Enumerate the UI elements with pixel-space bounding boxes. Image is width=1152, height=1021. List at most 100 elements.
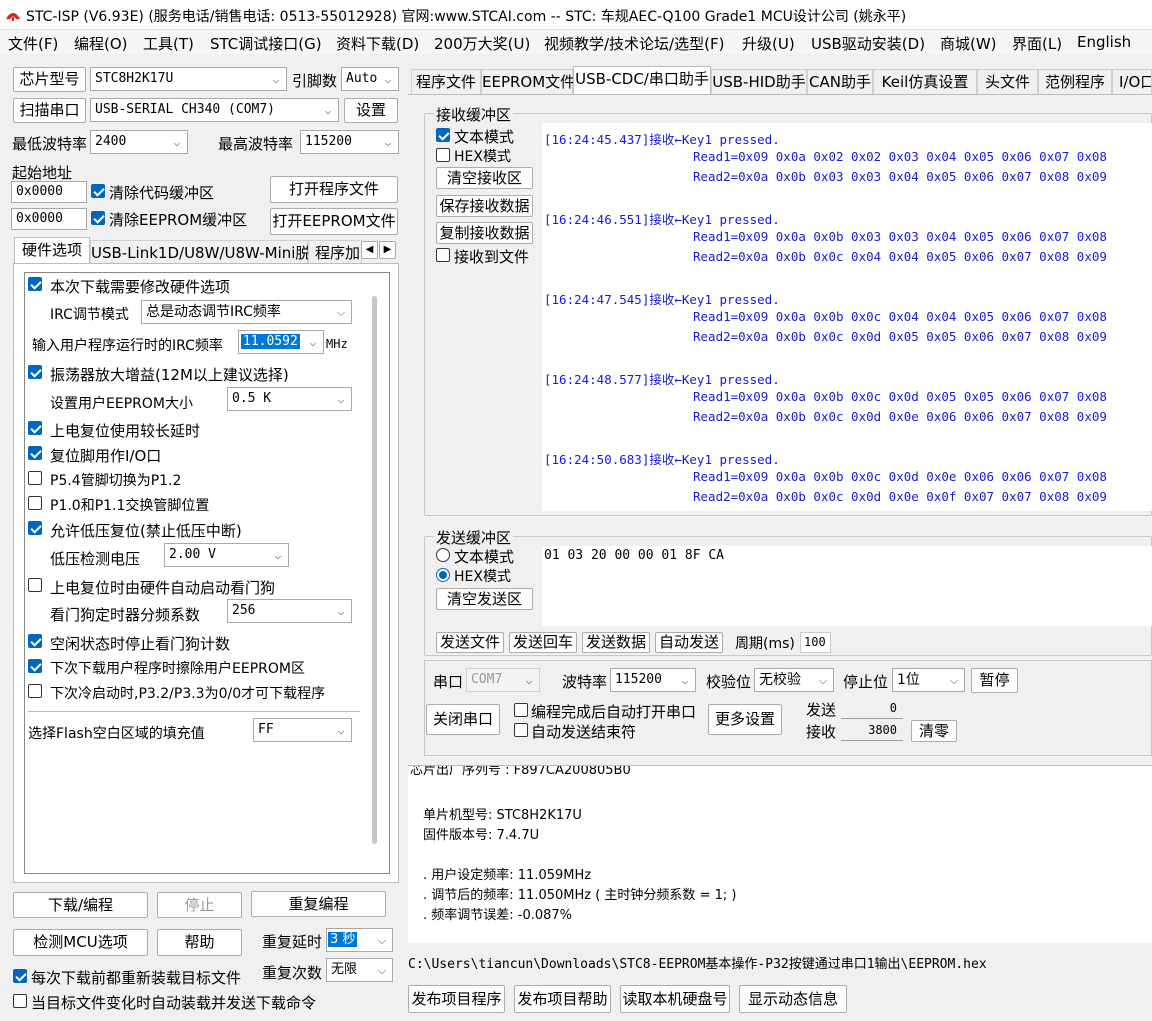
send-data-button[interactable]: 发送数据 bbox=[582, 632, 650, 653]
lvr-checkbox[interactable] bbox=[28, 521, 42, 535]
tab-eeprom-file[interactable]: EEPROM文件 bbox=[481, 69, 575, 94]
menu-video[interactable]: 视频教学/技术论坛/选型(F) bbox=[544, 33, 724, 54]
wdt-auto-checkbox[interactable] bbox=[28, 578, 42, 592]
stop-button[interactable]: 停止 bbox=[157, 892, 242, 918]
open-program-file-button[interactable]: 打开程序文件 bbox=[270, 176, 398, 203]
auto-send-button[interactable]: 自动发送 bbox=[655, 632, 723, 653]
irc-freq-input[interactable]: 11.0592 ⌵ bbox=[238, 330, 324, 354]
port-select[interactable]: USB-SERIAL CH340 (COM7) ⌵ bbox=[90, 98, 339, 122]
tab-keil-sim[interactable]: Keil仿真设置 bbox=[873, 69, 977, 94]
code-address-input[interactable]: 0x0000 bbox=[11, 181, 87, 203]
send-return-button[interactable]: 发送回车 bbox=[509, 632, 577, 653]
p10-swap-checkbox[interactable] bbox=[28, 496, 42, 510]
menu-english[interactable]: English bbox=[1077, 33, 1131, 51]
scan-port-button[interactable]: 扫描串口 bbox=[13, 98, 86, 123]
clear-receive-button[interactable]: 清空接收区 bbox=[436, 167, 533, 189]
clear-code-checkbox[interactable] bbox=[91, 184, 105, 198]
tab-examples[interactable]: 范例程序 bbox=[1038, 69, 1112, 94]
send-text-area[interactable]: 01 03 20 00 00 01 8F CA bbox=[542, 546, 1152, 626]
read-disk-id-button[interactable]: 读取本机硬盘号 bbox=[620, 985, 730, 1013]
chip-model-select[interactable]: STC8H2K17U ⌵ bbox=[90, 67, 287, 91]
menu-file[interactable]: 文件(F) bbox=[8, 33, 58, 54]
erase-eeprom-checkbox[interactable] bbox=[28, 659, 42, 673]
port-settings-button[interactable]: 设置 bbox=[344, 98, 398, 123]
menu-prize[interactable]: 200万大奖(U) bbox=[434, 33, 530, 54]
p54-checkbox[interactable] bbox=[28, 471, 42, 485]
auto-open-port-label: 编程完成后自动打开串口 bbox=[531, 703, 697, 721]
clear-eeprom-checkbox[interactable] bbox=[91, 211, 105, 225]
tab-usb-cdc-serial[interactable]: USB-CDC/串口助手 bbox=[573, 66, 711, 95]
auto-terminator-checkbox[interactable] bbox=[514, 723, 528, 737]
pause-button[interactable]: 暂停 bbox=[971, 668, 1018, 693]
recv-to-file-checkbox[interactable] bbox=[436, 248, 450, 262]
recv-text-mode-checkbox[interactable] bbox=[436, 128, 450, 142]
fill-value-select[interactable]: FF ⌵ bbox=[253, 718, 352, 742]
show-dynamic-info-button[interactable]: 显示动态信息 bbox=[739, 985, 847, 1013]
stop-bits-select[interactable]: 1位 ⌵ bbox=[892, 668, 965, 692]
save-receive-button[interactable]: 保存接收数据 bbox=[436, 195, 533, 217]
publish-program-button[interactable]: 发布项目程序 bbox=[408, 985, 505, 1013]
pins-select[interactable]: Auto ⌵ bbox=[341, 67, 399, 91]
copy-receive-button[interactable]: 复制接收数据 bbox=[436, 222, 533, 244]
tab-hardware-options[interactable]: 硬件选项 bbox=[14, 237, 90, 264]
baud-rate-select[interactable]: 115200 ⌵ bbox=[610, 668, 696, 692]
menu-usb-driver[interactable]: USB驱动安装(D) bbox=[811, 33, 925, 54]
download-program-button[interactable]: 下载/编程 bbox=[13, 892, 148, 918]
wdt-div-label: 看门狗定时器分频系数 bbox=[50, 606, 201, 624]
clear-send-button[interactable]: 清空发送区 bbox=[436, 588, 533, 610]
menu-upgrade[interactable]: 升级(U) bbox=[742, 33, 795, 54]
tab-io[interactable]: I/O口 bbox=[1112, 69, 1152, 94]
menu-program[interactable]: 编程(O) bbox=[74, 33, 128, 54]
repeat-delay-select[interactable]: 3 秒 ⌵ bbox=[326, 928, 393, 952]
hardware-options-scrollbar[interactable] bbox=[372, 296, 377, 844]
recv-hex-mode-checkbox[interactable] bbox=[436, 148, 450, 162]
tab-usb-link[interactable]: USB-Link1D/U8W/U8W-Mini脱机 bbox=[90, 240, 325, 265]
auto-open-port-checkbox[interactable] bbox=[514, 703, 528, 717]
wdt-div-select[interactable]: 256 ⌵ bbox=[227, 599, 352, 623]
send-text-mode-radio[interactable] bbox=[436, 548, 450, 562]
repeat-program-button[interactable]: 重复编程 bbox=[251, 891, 386, 917]
irc-mode-select[interactable]: 总是动态调节IRC频率 ⌵ bbox=[141, 300, 352, 324]
send-file-button[interactable]: 发送文件 bbox=[436, 632, 504, 653]
reload-target-checkbox[interactable] bbox=[13, 969, 27, 983]
help-button[interactable]: 帮助 bbox=[157, 929, 242, 956]
receive-text-area[interactable]: [16:24:45.437]接收←Key1 pressed. Read1=0x0… bbox=[542, 123, 1152, 511]
menu-tools[interactable]: 工具(T) bbox=[143, 33, 194, 54]
serial-port-select[interactable]: COM7 ⌵ bbox=[466, 668, 540, 692]
eeprom-size-select[interactable]: 0.5 K ⌵ bbox=[227, 387, 352, 411]
long-delay-checkbox[interactable] bbox=[28, 421, 42, 435]
modify-hw-checkbox[interactable] bbox=[28, 277, 42, 291]
tab-usb-hid[interactable]: USB-HID助手 bbox=[711, 69, 807, 94]
chip-model-button[interactable]: 芯片型号 bbox=[13, 67, 86, 92]
tab-scroll-right-button[interactable]: ▶ bbox=[379, 241, 396, 259]
idle-wdt-checkbox[interactable] bbox=[28, 634, 42, 648]
cold-boot-checkbox[interactable] bbox=[28, 684, 42, 698]
eeprom-address-input[interactable]: 0x0000 bbox=[11, 208, 87, 230]
publish-help-button[interactable]: 发布项目帮助 bbox=[514, 985, 611, 1013]
more-settings-button[interactable]: 更多设置 bbox=[708, 704, 782, 735]
tab-can[interactable]: CAN助手 bbox=[807, 69, 873, 94]
open-eeprom-file-button[interactable]: 打开EEPROM文件 bbox=[270, 208, 398, 235]
send-hex-mode-radio[interactable] bbox=[436, 568, 450, 582]
tab-program-file[interactable]: 程序文件 bbox=[411, 69, 481, 94]
min-baud-select[interactable]: 2400 ⌵ bbox=[90, 130, 188, 154]
parity-select[interactable]: 无校验 ⌵ bbox=[754, 668, 834, 692]
menu-download[interactable]: 资料下载(D) bbox=[336, 33, 419, 54]
repeat-count-select[interactable]: 无限 ⌵ bbox=[326, 958, 393, 982]
menu-interface[interactable]: 界面(L) bbox=[1012, 33, 1062, 54]
menu-debug[interactable]: STC调试接口(G) bbox=[210, 33, 322, 54]
menu-shop[interactable]: 商城(W) bbox=[940, 33, 997, 54]
tab-header-file[interactable]: 头文件 bbox=[977, 69, 1038, 94]
lvd-select[interactable]: 2.00 V ⌵ bbox=[164, 543, 289, 567]
tab-scroll-left-button[interactable]: ◀ bbox=[361, 241, 378, 259]
tab-program-encrypt[interactable]: 程序加 bbox=[308, 240, 362, 265]
clear-counters-button[interactable]: 清零 bbox=[911, 720, 957, 742]
status-output-area[interactable]: 芯片出厂序列号 : F897CA200805B0 单片机型号: STC8H2K1… bbox=[408, 765, 1152, 943]
reset-io-checkbox[interactable] bbox=[28, 446, 42, 460]
auto-load-checkbox[interactable] bbox=[13, 994, 27, 1008]
close-port-button[interactable]: 关闭串口 bbox=[426, 704, 500, 735]
period-input[interactable]: 100 bbox=[800, 632, 831, 653]
max-baud-select[interactable]: 115200 ⌵ bbox=[300, 130, 399, 154]
osc-gain-checkbox[interactable] bbox=[28, 365, 42, 379]
check-mcu-button[interactable]: 检测MCU选项 bbox=[13, 929, 148, 956]
